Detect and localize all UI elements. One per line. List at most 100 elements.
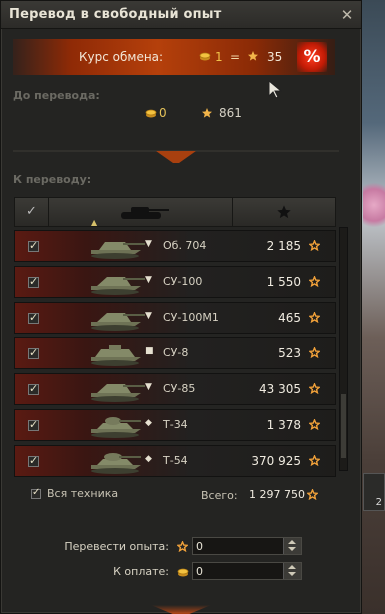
section-divider xyxy=(13,150,339,163)
xp-star-icon xyxy=(202,108,212,118)
decrement-icon[interactable] xyxy=(288,547,296,551)
tank-icon xyxy=(91,384,145,403)
vehicle-checkbox[interactable] xyxy=(28,311,39,324)
tank-icon xyxy=(91,242,145,259)
vehicle-xp: 43 305 xyxy=(259,382,301,397)
exchange-rate-banner: Курс обмена: 1 = 35 % xyxy=(13,39,335,75)
dialog-title: Перевод в свободный опыт xyxy=(9,7,222,22)
xp-star-icon xyxy=(177,541,188,552)
vehicle-checkbox[interactable] xyxy=(28,382,39,396)
tank-icon xyxy=(91,312,145,331)
before-conversion-row: 0 861 xyxy=(1,103,363,125)
tank-icon xyxy=(91,452,141,474)
increment-icon[interactable] xyxy=(288,565,296,569)
decrement-icon[interactable] xyxy=(288,572,296,576)
vehicle-checkbox[interactable] xyxy=(28,346,39,360)
gold-coin-icon xyxy=(145,109,157,118)
exchange-rate-equals: = xyxy=(230,50,241,64)
mouse-cursor-icon xyxy=(268,80,283,99)
xp-star-icon xyxy=(309,347,320,359)
vehicle-row[interactable]: ◆ Т-54 370 925 xyxy=(14,444,336,477)
vehicle-list-scrollbar[interactable] xyxy=(339,227,348,471)
vehicle-name: СУ-85 xyxy=(163,382,196,396)
stepper-arrows[interactable] xyxy=(283,563,301,579)
exchange-rate-gold: 1 xyxy=(215,50,223,64)
vehicle-name: СУ-8 xyxy=(163,346,189,360)
all-vehicles-label: Вся техника xyxy=(47,487,119,500)
side-badge: 2 xyxy=(363,473,385,511)
vehicle-row[interactable]: ▼ СУ-100М1 465 xyxy=(14,301,336,334)
vehicle-xp: 465 xyxy=(278,310,301,325)
payment-gold-input[interactable] xyxy=(196,564,280,578)
xp-star-icon xyxy=(307,489,318,500)
exchange-rate-label: Курс обмена: xyxy=(79,50,164,64)
before-xp-value: 861 xyxy=(219,106,242,120)
xp-star-icon xyxy=(309,383,320,395)
vehicle-class-icon: ▼ xyxy=(145,310,152,321)
vehicle-name: Т-34 xyxy=(163,417,188,431)
vehicle-class-icon: ▼ xyxy=(145,382,152,393)
vehicle-xp: 2 185 xyxy=(266,239,301,253)
vehicle-class-icon: ◆ xyxy=(145,417,152,428)
vehicle-table-header: ✓ ▲ xyxy=(14,197,336,227)
total-value: 1 297 750 xyxy=(249,488,305,501)
discount-percent-button[interactable]: % xyxy=(297,42,327,72)
vehicle-checkbox[interactable] xyxy=(28,275,39,288)
vehicle-checkbox[interactable] xyxy=(28,418,39,431)
convert-xp-input[interactable] xyxy=(196,539,280,553)
convert-xp-stepper[interactable] xyxy=(192,537,302,555)
vehicle-row[interactable]: ▼ СУ-100 1 550 xyxy=(14,265,336,298)
vehicle-name: СУ-100 xyxy=(163,274,203,288)
vehicle-name: Т-54 xyxy=(163,453,188,467)
vehicle-class-icon: ▼ xyxy=(145,239,152,249)
close-icon[interactable]: ✕ xyxy=(339,7,355,23)
vehicle-checkbox[interactable] xyxy=(28,454,39,467)
background-tree xyxy=(363,175,385,235)
payment-gold-stepper[interactable] xyxy=(192,562,302,580)
gold-coin-icon xyxy=(177,568,189,577)
xp-star-icon xyxy=(309,311,320,323)
sort-indicator-icon: ▲ xyxy=(91,218,98,227)
select-all-column-header[interactable]: ✓ xyxy=(15,198,49,226)
vehicle-row[interactable]: ▼ СУ-85 43 305 xyxy=(14,373,336,406)
payment-label: К оплате: xyxy=(113,565,169,578)
xp-star-icon xyxy=(309,240,320,251)
all-vehicles-checkbox[interactable] xyxy=(31,487,41,499)
xp-star-icon xyxy=(309,275,320,287)
xp-star-icon xyxy=(248,51,258,61)
tank-icon xyxy=(121,207,169,219)
xp-star-icon xyxy=(309,418,320,430)
before-conversion-label: До перевода: xyxy=(13,89,100,102)
before-gold-value: 0 xyxy=(159,106,167,120)
vehicle-row[interactable]: ◆ Т-34 1 378 xyxy=(14,408,336,441)
exchange-rate-xp: 35 xyxy=(267,50,283,64)
xp-column-header[interactable] xyxy=(233,198,335,226)
xp-star-icon xyxy=(309,454,320,466)
vehicle-column-header[interactable]: ▲ xyxy=(49,198,233,227)
title-bar[interactable]: Перевод в свободный опыт ✕ xyxy=(1,1,361,29)
vehicle-xp: 370 925 xyxy=(251,453,301,468)
vehicle-class-icon: ◆ xyxy=(145,453,152,464)
tank-icon xyxy=(91,345,141,367)
total-label: Всего: xyxy=(201,489,238,502)
tank-icon xyxy=(91,416,141,438)
vehicle-row[interactable]: ■ СУ-8 523 xyxy=(14,337,336,370)
to-convert-label: К переводу: xyxy=(13,173,92,186)
vehicle-class-icon: ▼ xyxy=(145,274,152,285)
scrollbar-thumb[interactable] xyxy=(341,394,346,458)
stepper-arrows[interactable] xyxy=(283,538,301,554)
gold-coin-icon xyxy=(199,52,211,61)
vehicle-xp: 523 xyxy=(278,346,301,361)
convert-xp-label: Перевести опыта: xyxy=(64,540,169,553)
free-xp-dialog: Перевод в свободный опыт ✕ Курс обмена: … xyxy=(0,0,362,614)
increment-icon[interactable] xyxy=(288,540,296,544)
vehicle-xp: 1 378 xyxy=(266,417,301,432)
vehicle-list: ▼ Об. 704 2 185 ▼ СУ-100 1 550 xyxy=(14,230,336,481)
vehicle-row[interactable]: ▼ Об. 704 2 185 xyxy=(14,230,336,262)
vehicle-class-icon: ■ xyxy=(145,346,154,357)
vehicle-checkbox[interactable] xyxy=(28,239,39,252)
star-icon xyxy=(277,205,291,219)
bottom-divider-accent xyxy=(151,605,211,614)
vehicle-name: СУ-100М1 xyxy=(163,310,219,324)
tank-icon xyxy=(91,276,145,295)
